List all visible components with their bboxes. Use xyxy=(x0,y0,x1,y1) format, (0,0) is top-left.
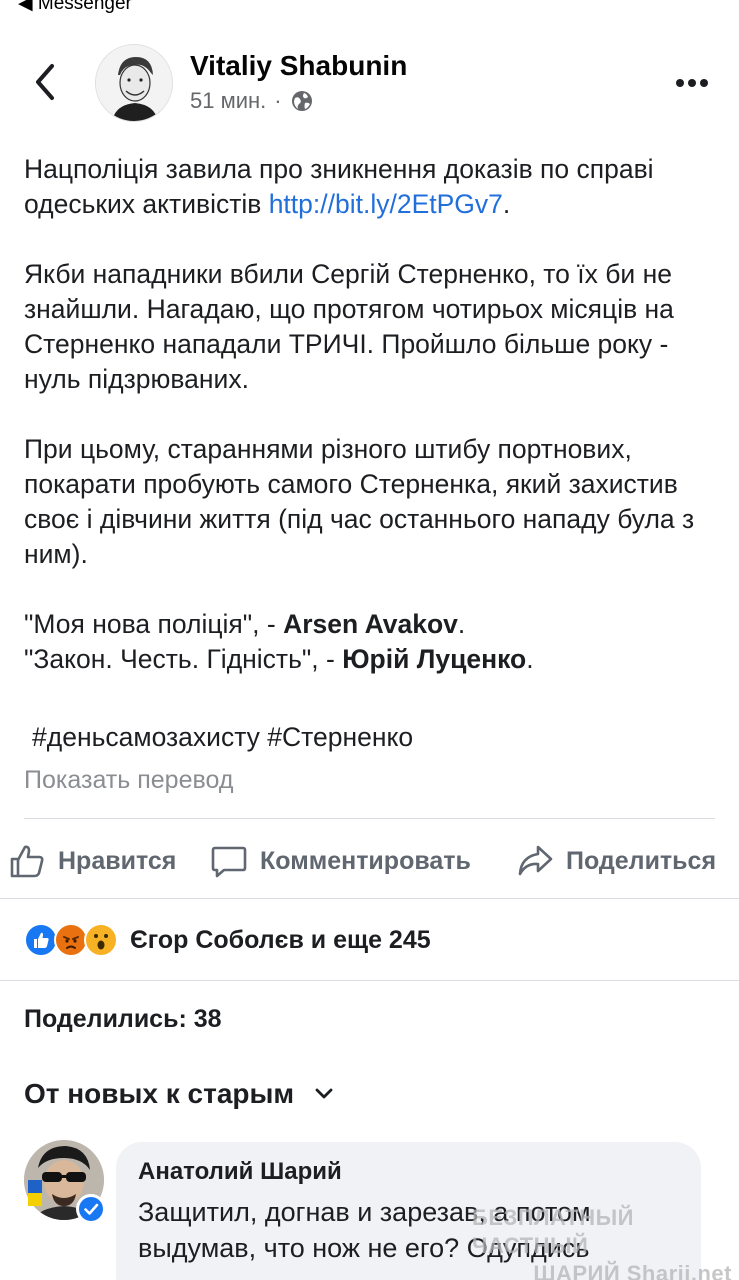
mention-arsen-avakov[interactable]: Arsen Avakov xyxy=(283,609,458,639)
divider xyxy=(0,898,739,899)
angry-reaction-icon xyxy=(54,923,88,957)
thumbs-up-icon xyxy=(10,845,44,878)
sort-label: От новых к старым xyxy=(24,1078,295,1109)
like-button[interactable]: Нравится xyxy=(8,838,176,884)
verified-badge-icon xyxy=(76,1194,106,1224)
author-name[interactable]: Vitaliy Shabunin xyxy=(190,50,407,82)
post-body: Нацполіція завила про зникнення доказів … xyxy=(24,152,724,712)
share-button[interactable]: Поделиться xyxy=(516,838,716,884)
chevron-left-icon xyxy=(36,64,54,100)
wow-reaction-icon xyxy=(84,923,118,957)
share-arrow-icon xyxy=(518,845,553,876)
chevron-down-icon xyxy=(315,1088,333,1099)
post-paragraph-1: Нацполіція завила про зникнення доказів … xyxy=(24,152,724,222)
paragraph-1-end: . xyxy=(502,189,511,219)
post-paragraph-3: При цьому, стараннями різного штибу порт… xyxy=(24,434,695,569)
post-quote-1: "Моя нова поліція", - Arsen Avakov. xyxy=(24,607,724,642)
meta-separator: · xyxy=(274,88,282,113)
ellipsis-icon xyxy=(676,79,708,87)
like-label: Нравится xyxy=(58,846,177,875)
quote-1-text: "Моя нова поліція", - xyxy=(24,609,284,639)
like-reaction-icon xyxy=(24,923,58,957)
watermark-line-2: ШАРИЙ Sharij.net xyxy=(533,1261,732,1280)
globe-icon xyxy=(291,91,312,111)
mention-yuriy-lutsenko[interactable]: Юрій Луценко xyxy=(342,644,526,674)
post-meta: 51 мин. · xyxy=(190,88,314,114)
comment-author[interactable]: Анатолий Шарий xyxy=(138,1158,679,1186)
post-header: Vitaliy Shabunin 51 мин. · xyxy=(0,40,739,130)
author-portrait-icon xyxy=(96,45,172,121)
quote-1-end: . xyxy=(457,609,466,639)
status-bar: ◀ Messenger xyxy=(0,0,739,20)
comment-button[interactable]: Комментировать xyxy=(210,838,471,884)
divider xyxy=(24,818,715,819)
reactions-summary[interactable]: Єгор Соболєв и еще 245 xyxy=(24,920,431,960)
hashtags[interactable]: #деньсамозахисту #Стерненко xyxy=(32,722,413,753)
watermark: БЕЗПЛАТНЫЙ ЧАСТНЫЙ ШАРИЙ Sharij.net xyxy=(472,1204,732,1280)
comment-sort-dropdown[interactable]: От новых к старым xyxy=(24,1078,334,1110)
comment-bubble-icon xyxy=(211,846,247,878)
share-label: Поделиться xyxy=(566,846,717,875)
post-quote-2: "Закон. Честь. Гідність", - Юрій Луценко… xyxy=(24,642,724,677)
post-time[interactable]: 51 мин. xyxy=(190,88,266,114)
post-link[interactable]: http://bit.ly/2EtPGv7 xyxy=(269,189,503,219)
divider xyxy=(0,980,739,981)
author-avatar[interactable] xyxy=(95,44,173,122)
shares-count[interactable]: Поделились: 38 xyxy=(24,1005,222,1034)
post-paragraph-2: Якби нападники вбили Сергій Стерненко, т… xyxy=(24,259,674,394)
reactions-text: Єгор Соболєв и еще 245 xyxy=(130,925,431,954)
back-to-app-link[interactable]: ◀ Messenger xyxy=(18,0,132,15)
back-button[interactable] xyxy=(28,62,64,102)
ukraine-flag-icon xyxy=(28,1180,42,1206)
quote-2-text: "Закон. Честь. Гідність", - xyxy=(24,644,343,674)
show-translation-link[interactable]: Показать перевод xyxy=(24,766,233,795)
watermark-line-1: БЕЗПЛАТНЫЙ ЧАСТНЫЙ xyxy=(472,1205,634,1258)
comment-label: Комментировать xyxy=(260,846,471,875)
quote-2-end: . xyxy=(526,644,534,674)
more-options-button[interactable] xyxy=(672,68,712,98)
action-bar: Нравится Комментировать Поделиться xyxy=(0,838,739,884)
